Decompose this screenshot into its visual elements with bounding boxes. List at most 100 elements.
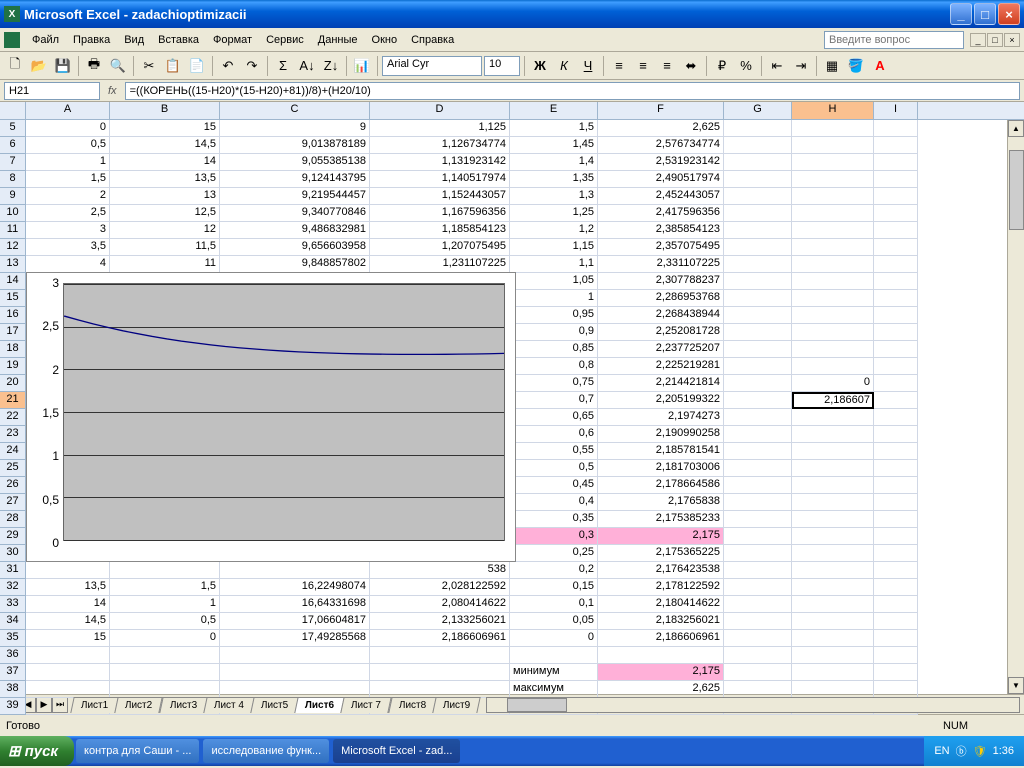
cell[interactable] xyxy=(792,137,874,154)
cell[interactable] xyxy=(792,562,874,579)
align-left-icon[interactable]: ≡ xyxy=(608,55,630,77)
cell[interactable] xyxy=(110,664,220,681)
menu-data[interactable]: Данные xyxy=(312,32,364,48)
cell[interactable] xyxy=(874,562,918,579)
row-header[interactable]: 22 xyxy=(0,409,26,426)
maximize-button[interactable]: □ xyxy=(974,3,996,25)
indent-inc-icon[interactable]: ⇥ xyxy=(790,55,812,77)
print-icon[interactable]: 🖶 xyxy=(83,55,105,77)
cell[interactable] xyxy=(724,137,792,154)
cell[interactable]: 0,4 xyxy=(510,494,598,511)
cell[interactable] xyxy=(724,324,792,341)
cell[interactable] xyxy=(792,409,874,426)
cell[interactable] xyxy=(724,511,792,528)
cell[interactable]: 0,8 xyxy=(510,358,598,375)
cell[interactable] xyxy=(792,579,874,596)
sheet-tab[interactable]: Лист5 xyxy=(250,697,299,713)
cell[interactable] xyxy=(874,222,918,239)
cell[interactable] xyxy=(792,171,874,188)
cell[interactable] xyxy=(792,154,874,171)
cell[interactable]: 12,5 xyxy=(110,205,220,222)
cell[interactable] xyxy=(874,324,918,341)
cell[interactable] xyxy=(874,239,918,256)
cell[interactable]: 2,186607 xyxy=(792,392,874,409)
cell[interactable]: 2,490517974 xyxy=(598,171,724,188)
cell[interactable]: 1,5 xyxy=(110,579,220,596)
cell[interactable]: 3,5 xyxy=(26,239,110,256)
formula-input[interactable]: =((КОРЕНЬ((15-H20)*(15-H20)+81))/8)+(H20… xyxy=(125,82,1020,100)
cell[interactable]: 2,175365225 xyxy=(598,545,724,562)
menu-file[interactable]: Файл xyxy=(26,32,65,48)
scroll-down-button[interactable]: ▼ xyxy=(1008,677,1024,694)
cell[interactable]: 0,45 xyxy=(510,477,598,494)
menu-view[interactable]: Вид xyxy=(118,32,150,48)
cell[interactable]: 2,175385233 xyxy=(598,511,724,528)
cell[interactable] xyxy=(874,545,918,562)
row-header[interactable]: 16 xyxy=(0,307,26,324)
cell[interactable] xyxy=(724,545,792,562)
cell[interactable]: 2,181703006 xyxy=(598,460,724,477)
cell[interactable] xyxy=(724,120,792,137)
preview-icon[interactable]: 🔍 xyxy=(107,55,129,77)
cell[interactable] xyxy=(220,681,370,698)
cell[interactable]: 2,190990258 xyxy=(598,426,724,443)
cell[interactable]: 0,5 xyxy=(110,613,220,630)
cell[interactable] xyxy=(874,681,918,698)
cell[interactable] xyxy=(874,443,918,460)
cell[interactable]: 9,486832981 xyxy=(220,222,370,239)
new-icon[interactable]: 🗋 xyxy=(4,55,26,77)
cell[interactable] xyxy=(792,222,874,239)
cell[interactable] xyxy=(724,290,792,307)
spreadsheet-grid[interactable]: ABCDEFGHI 501591,1251,52,62560,514,59,01… xyxy=(0,102,1024,694)
cell[interactable] xyxy=(874,375,918,392)
cell[interactable]: 11,5 xyxy=(110,239,220,256)
name-box[interactable]: H21 xyxy=(4,82,100,100)
cell[interactable] xyxy=(110,681,220,698)
cell[interactable] xyxy=(874,579,918,596)
cell[interactable]: 2,1974273 xyxy=(598,409,724,426)
row-header[interactable]: 32 xyxy=(0,579,26,596)
cell[interactable] xyxy=(792,239,874,256)
undo-icon[interactable]: ↶ xyxy=(217,55,239,77)
cell[interactable] xyxy=(874,307,918,324)
vertical-scrollbar[interactable]: ▲ ▼ xyxy=(1007,120,1024,694)
cell[interactable] xyxy=(792,494,874,511)
cell[interactable]: 2,183256021 xyxy=(598,613,724,630)
sheet-tab[interactable]: Лист1 xyxy=(70,697,119,713)
cell[interactable]: 1,231107225 xyxy=(370,256,510,273)
borders-icon[interactable]: ▦ xyxy=(821,55,843,77)
cell[interactable] xyxy=(792,188,874,205)
cell[interactable] xyxy=(874,664,918,681)
cell[interactable]: 0,85 xyxy=(510,341,598,358)
start-button[interactable]: ⊞пуск xyxy=(0,736,74,766)
cell[interactable]: 1,167596356 xyxy=(370,205,510,222)
column-header-B[interactable]: B xyxy=(110,102,220,119)
cell[interactable]: 15 xyxy=(110,120,220,137)
cell[interactable]: 13 xyxy=(110,188,220,205)
cell[interactable] xyxy=(874,256,918,273)
cell[interactable] xyxy=(874,137,918,154)
italic-icon[interactable]: К xyxy=(553,55,575,77)
minimize-button[interactable]: _ xyxy=(950,3,972,25)
cell[interactable] xyxy=(792,613,874,630)
cell[interactable] xyxy=(792,460,874,477)
cell[interactable]: 2,576734774 xyxy=(598,137,724,154)
menu-insert[interactable]: Вставка xyxy=(152,32,205,48)
cell[interactable] xyxy=(220,647,370,664)
cell[interactable]: 0,2 xyxy=(510,562,598,579)
cell[interactable] xyxy=(792,596,874,613)
underline-icon[interactable]: Ч xyxy=(577,55,599,77)
cell[interactable]: 0,05 xyxy=(510,613,598,630)
cell[interactable]: 14,5 xyxy=(26,613,110,630)
tray-clock[interactable]: 1:36 xyxy=(993,745,1014,757)
mdi-minimize[interactable]: _ xyxy=(970,33,986,47)
cell[interactable] xyxy=(792,307,874,324)
cell[interactable]: 2,5 xyxy=(26,205,110,222)
cell[interactable]: 1,35 xyxy=(510,171,598,188)
cell[interactable]: 2,286953768 xyxy=(598,290,724,307)
cell[interactable] xyxy=(792,477,874,494)
row-header[interactable]: 14 xyxy=(0,273,26,290)
cell[interactable]: 1,125 xyxy=(370,120,510,137)
cell[interactable]: 15 xyxy=(26,630,110,647)
font-name-select[interactable]: Arial Cyr xyxy=(382,56,482,76)
